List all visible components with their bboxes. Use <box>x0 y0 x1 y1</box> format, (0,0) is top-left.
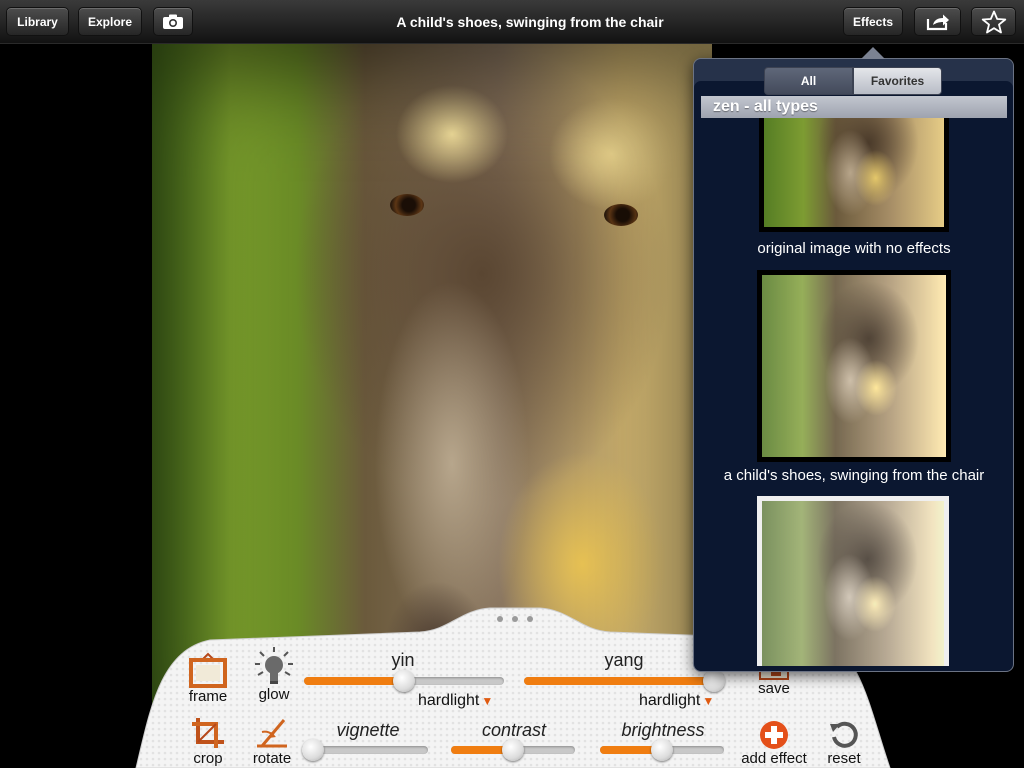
effect-thumbnail-childs-shoes[interactable] <box>757 270 951 462</box>
share-icon <box>926 14 949 30</box>
frame-label: frame <box>188 688 228 705</box>
brightness-slider-knob[interactable] <box>651 739 673 761</box>
yang-blend-mode-label: hardlight <box>639 692 701 709</box>
effects-button[interactable]: Effects <box>843 7 903 36</box>
brightness-label: brightness <box>621 720 705 740</box>
contrast-slider[interactable] <box>451 739 575 761</box>
frame-icon <box>189 652 227 688</box>
yin-blend-mode-label: hardlight <box>418 692 480 709</box>
effect-caption: original image with no effects <box>757 240 951 257</box>
save-label: save <box>758 680 790 697</box>
yin-slider[interactable] <box>304 670 504 692</box>
effect-thumbnail-original[interactable] <box>759 98 949 232</box>
effects-list[interactable]: zen - all types original image with no e… <box>701 96 1007 666</box>
vignette-label: vignette <box>336 720 400 740</box>
contrast-slider-knob[interactable] <box>502 739 524 761</box>
add-effect-icon <box>760 721 788 749</box>
effects-popover: All Favorites zen - all types original i… <box>693 47 1014 672</box>
yang-blend-mode-dropdown[interactable]: hardlight ▼ <box>639 692 714 710</box>
star-icon <box>981 10 1006 33</box>
brightness-slider[interactable] <box>600 739 724 761</box>
frame-tool[interactable]: frame <box>176 652 240 705</box>
crop-label: crop <box>193 750 223 767</box>
vignette-slider-knob[interactable] <box>302 739 324 761</box>
yin-slider-knob[interactable] <box>393 670 415 692</box>
reset-icon <box>830 721 858 748</box>
reset-label: reset <box>827 750 861 767</box>
yang-label: yang <box>604 650 644 670</box>
contrast-label: contrast <box>481 720 547 740</box>
panel-grip-dot[interactable] <box>527 616 533 622</box>
panel-grip-dot[interactable] <box>512 616 518 622</box>
yin-slider-fill <box>304 677 404 685</box>
yin-blend-mode-dropdown[interactable]: hardlight ▼ <box>418 692 493 710</box>
effects-group-header: zen - all types <box>701 96 1007 118</box>
glow-label: glow <box>258 686 290 703</box>
dropdown-arrow-icon: ▼ <box>481 694 494 708</box>
yang-slider-knob[interactable] <box>703 670 725 692</box>
dropdown-arrow-icon: ▼ <box>702 694 715 708</box>
yang-slider[interactable] <box>524 670 725 692</box>
rotate-icon <box>257 719 287 748</box>
rotate-tool[interactable]: rotate <box>240 716 304 767</box>
add-effect-button[interactable]: add effect <box>734 720 814 767</box>
panel-grip-dot[interactable] <box>497 616 503 622</box>
add-effect-label: add effect <box>741 750 807 767</box>
crop-tool[interactable]: crop <box>176 716 240 767</box>
crop-icon <box>192 718 224 748</box>
effect-thumbnail-faded[interactable] <box>757 496 949 666</box>
popover-arrow <box>861 47 885 59</box>
share-button[interactable] <box>914 7 961 36</box>
tab-all[interactable]: All <box>764 67 853 95</box>
camera-icon <box>163 14 183 29</box>
glow-tool[interactable]: glow <box>242 646 306 703</box>
explore-button[interactable]: Explore <box>78 7 142 36</box>
effects-filter-segmented-control: All Favorites <box>764 67 942 95</box>
rotate-label: rotate <box>252 750 292 767</box>
glow-bulb-icon <box>255 647 293 684</box>
favorite-button[interactable] <box>971 7 1016 36</box>
tab-favorites[interactable]: Favorites <box>853 67 942 95</box>
photo-title: A child's shoes, swinging from the chair <box>396 14 664 30</box>
yin-label: yin <box>391 650 415 670</box>
top-toolbar: Library Explore A child's shoes, swingin… <box>0 0 1024 44</box>
reset-button[interactable]: reset <box>812 720 876 767</box>
camera-button[interactable] <box>153 7 193 36</box>
vignette-slider[interactable] <box>302 739 428 761</box>
library-button[interactable]: Library <box>6 7 69 36</box>
effect-caption: a child's shoes, swinging from the chair <box>723 467 985 484</box>
yang-slider-fill <box>524 677 714 685</box>
